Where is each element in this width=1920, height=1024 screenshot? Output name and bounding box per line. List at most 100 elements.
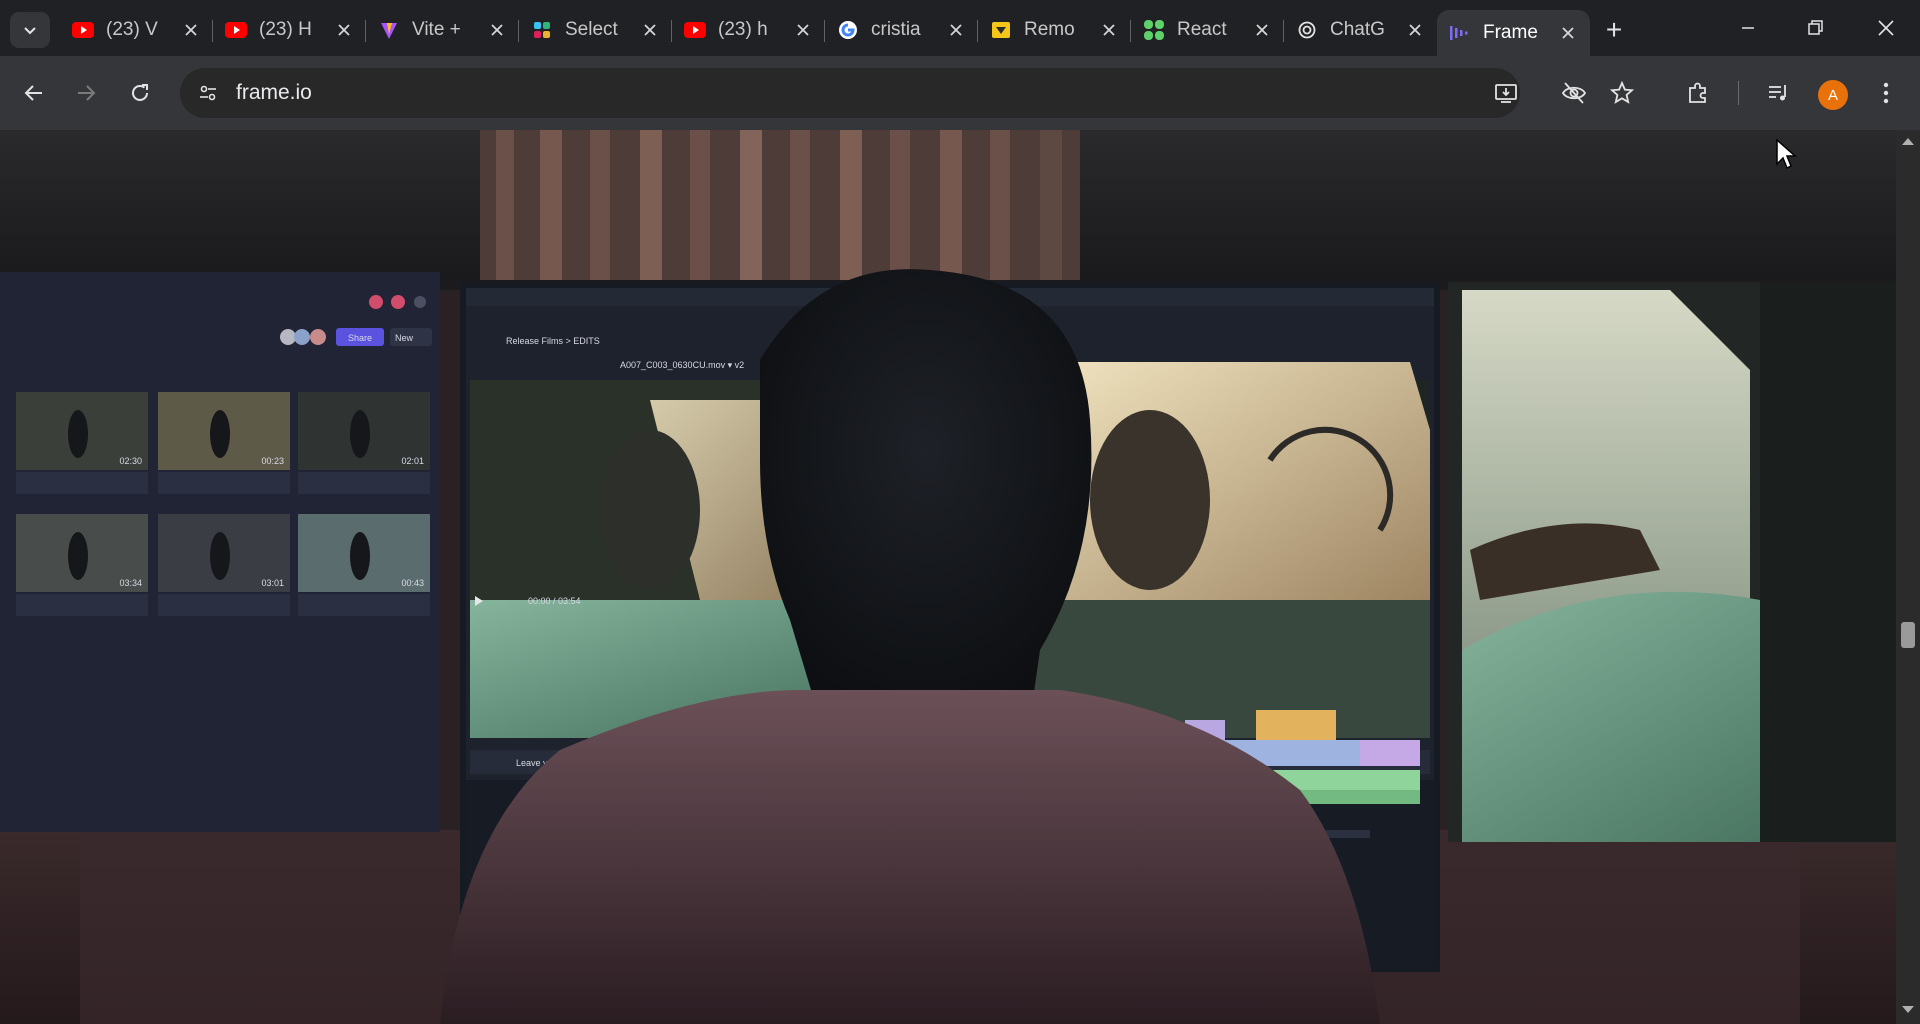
tab-close-button[interactable] (793, 20, 813, 40)
bookmark-button[interactable] (1604, 75, 1640, 111)
tab-6[interactable]: cristia (825, 10, 978, 50)
page-content: Share New 02:30 00:23 02:01 03:34 03:01 00:43… (0, 130, 1896, 1024)
clip-thumbnail: 02:30 (16, 392, 148, 494)
clip-duration: 00:43 (401, 578, 424, 588)
close-icon (491, 24, 503, 36)
openai-icon (1296, 19, 1318, 41)
close-icon (644, 24, 656, 36)
tab-5[interactable]: (23) h (672, 10, 825, 50)
clip-thumbnail: 03:34 (16, 514, 148, 616)
forward-button[interactable] (66, 73, 106, 113)
arrow-left-icon (24, 85, 42, 101)
back-button[interactable] (14, 73, 54, 113)
scroll-up-arrow[interactable] (1902, 138, 1914, 145)
close-icon (1562, 27, 1574, 39)
site-info-button[interactable] (192, 77, 224, 109)
tab-title: Select (565, 19, 618, 40)
restore-button[interactable] (1786, 8, 1846, 48)
tab-title: React (1177, 19, 1227, 40)
react-flow-icon (1143, 19, 1165, 41)
vite-icon (378, 19, 400, 41)
scroll-thumb[interactable] (1901, 622, 1915, 648)
menu-button[interactable] (1868, 75, 1904, 111)
hero-image: Share New 02:30 00:23 02:01 03:34 03:01 00:43… (0, 130, 1896, 1024)
clip-thumbnail: 00:43 (298, 514, 430, 616)
tab-7[interactable]: Remo (978, 10, 1131, 50)
more-vert-icon (1883, 82, 1889, 104)
clip-duration: 03:01 (261, 578, 284, 588)
tab-close-button[interactable] (1252, 20, 1272, 40)
tab-8[interactable]: React (1131, 10, 1284, 50)
tab-title: (23) V (106, 19, 158, 40)
close-icon (1256, 24, 1268, 36)
tab-close-button[interactable] (1558, 23, 1578, 43)
tab-title: (23) h (718, 19, 768, 40)
restore-icon (1808, 20, 1823, 35)
close-icon (950, 24, 962, 36)
tab-close-button[interactable] (1405, 20, 1425, 40)
remotion-icon (990, 19, 1012, 41)
close-icon (797, 24, 809, 36)
tab-title: cristia (871, 19, 921, 40)
page-scrollbar[interactable] (1896, 130, 1920, 1024)
install-app-button[interactable] (1492, 79, 1520, 107)
share-button: Share (348, 333, 372, 343)
clip-thumbnail: 00:23 (158, 392, 290, 494)
extensions-button[interactable] (1680, 75, 1716, 111)
close-icon (1103, 24, 1115, 36)
eye-off-icon (1561, 82, 1587, 104)
tab-close-button[interactable] (334, 20, 354, 40)
close-icon (1409, 24, 1421, 36)
browser-toolbar: frame.io A (0, 56, 1920, 130)
youtube-icon (225, 19, 247, 41)
tab-10[interactable]: Frame (1437, 10, 1590, 56)
tab-search-button[interactable] (10, 12, 50, 48)
tab-close-button[interactable] (1099, 20, 1119, 40)
clip-duration: 02:30 (119, 456, 142, 466)
tab-title: Frame (1483, 22, 1538, 43)
tracking-protection-button[interactable] (1556, 75, 1592, 111)
close-icon (185, 24, 197, 36)
right-monitor (1448, 282, 1896, 842)
new-button: New (395, 333, 414, 343)
toolbar-divider (1738, 81, 1739, 105)
tab-strip: (23) V (23) H Vite + Select (23) h cristia Rem… (0, 0, 1920, 56)
tab-close-button[interactable] (487, 20, 507, 40)
tab-1[interactable]: (23) V (60, 10, 213, 50)
tab-title: (23) H (259, 19, 312, 40)
mouse-cursor-icon (1776, 138, 1797, 170)
tab-close-button[interactable] (181, 20, 201, 40)
tab-list: (23) V (23) H Vite + Select (23) h cristia Rem… (60, 10, 1590, 56)
minimize-button[interactable] (1718, 8, 1778, 48)
tab-title: Vite + (412, 19, 461, 40)
clip-thumbnail: 03:01 (158, 514, 290, 616)
close-window-button[interactable] (1856, 8, 1916, 48)
tab-2[interactable]: (23) H (213, 10, 366, 50)
new-tab-button[interactable]: + (1598, 14, 1630, 46)
left-monitor: Share New 02:30 00:23 02:01 03:34 03:01 00:43 (0, 272, 440, 832)
player-clip-name: A007_C003_0630CU.mov ▾ v2 (620, 360, 744, 370)
close-icon (1878, 20, 1894, 36)
youtube-icon (72, 19, 94, 41)
minimize-icon (1742, 27, 1754, 29)
tune-icon (200, 85, 216, 101)
tab-4[interactable]: Select (519, 10, 672, 50)
media-controls-button[interactable] (1760, 75, 1796, 111)
tab-close-button[interactable] (640, 20, 660, 40)
tab-close-button[interactable] (946, 20, 966, 40)
star-icon (1610, 81, 1634, 104)
slack-icon (531, 19, 553, 41)
tab-9[interactable]: ChatG (1284, 10, 1437, 50)
address-bar[interactable]: frame.io (180, 68, 1520, 118)
reload-icon (132, 84, 148, 101)
tab-3[interactable]: Vite + (366, 10, 519, 50)
puzzle-icon (1689, 82, 1706, 103)
reload-button[interactable] (120, 73, 160, 113)
clip-duration: 03:34 (119, 578, 142, 588)
scroll-down-arrow[interactable] (1902, 1006, 1914, 1013)
url-text[interactable]: frame.io (236, 81, 312, 105)
profile-avatar[interactable]: A (1818, 80, 1848, 110)
close-icon (338, 24, 350, 36)
install-icon (1495, 84, 1517, 103)
wall-slats (480, 130, 1080, 280)
